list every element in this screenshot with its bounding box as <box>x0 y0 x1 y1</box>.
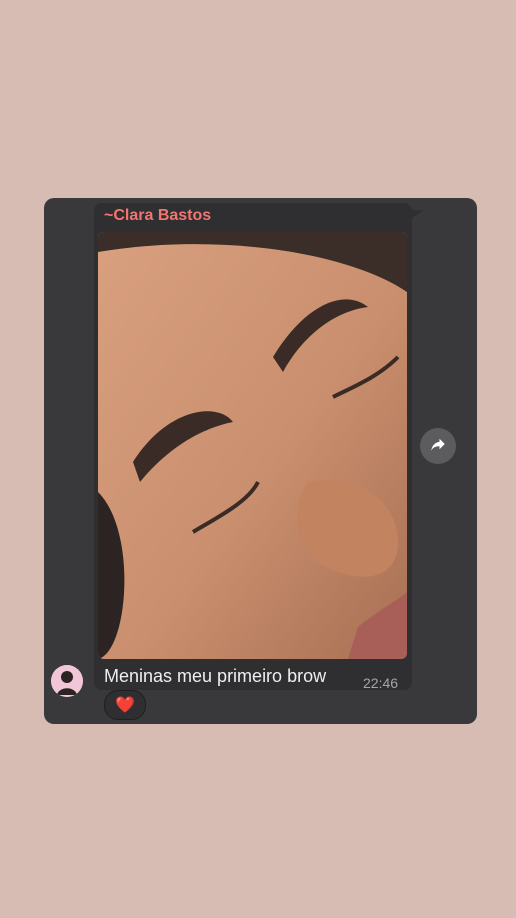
avatar[interactable] <box>51 665 83 697</box>
forward-button[interactable] <box>420 428 456 464</box>
sender-name[interactable]: ~Clara Bastos <box>104 207 211 225</box>
message-text: Meninas meu primeiro brow <box>104 666 327 686</box>
message-time: 22:46 <box>363 675 399 691</box>
heart-icon: ❤️ <box>115 697 135 714</box>
forward-icon <box>429 435 447 458</box>
reaction-badge[interactable]: ❤️ <box>104 690 146 720</box>
message-photo[interactable] <box>98 232 407 659</box>
brow-photo-illustration <box>98 232 407 659</box>
bubble-tail <box>406 210 424 222</box>
